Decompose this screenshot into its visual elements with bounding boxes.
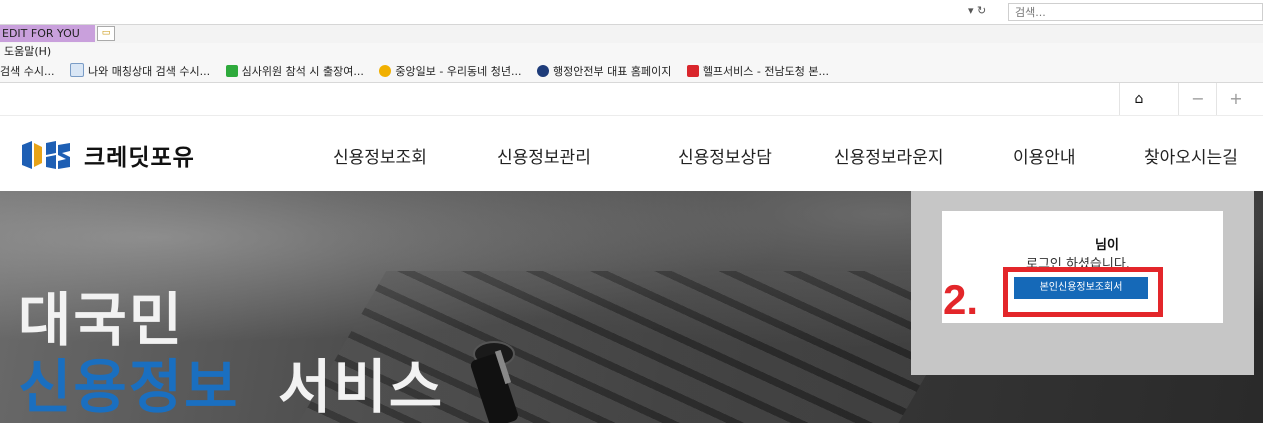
favorite-label: 행정안전부 대표 홈페이지 <box>553 65 672 78</box>
favorite-item[interactable]: 검색 수시... <box>0 61 54 82</box>
favorite-label: 중앙일보 - 우리동네 청년... <box>395 65 522 78</box>
favorite-label: 헬프서비스 - 전남도청 본... <box>702 65 829 78</box>
nav-item-credit-consult[interactable]: 신용정보상담 <box>678 143 772 168</box>
highlight-box <box>1003 267 1163 317</box>
nav-item-guide[interactable]: 이용안내 <box>1013 143 1076 168</box>
nav-item-credit-management[interactable]: 신용정보관리 <box>497 143 591 168</box>
menu-bar: 도움말(H) <box>0 43 1263 61</box>
menu-help[interactable]: 도움말(H) <box>4 45 51 58</box>
hero-title-highlight: 신용정보 <box>18 353 240 421</box>
favorite-label: 검색 수시... <box>0 65 55 78</box>
favorite-item[interactable]: 행정안전부 대표 홈페이지 <box>537 61 671 82</box>
favorites-bar: 검색 수시... 나와 매칭상대 검색 수시... 심사위원 참석 시 출장여.… <box>0 61 1263 83</box>
nav-item-credit-inquiry[interactable]: 신용정보조회 <box>333 143 427 168</box>
step-label: 2. <box>943 276 979 323</box>
user-greeting: 님이 <box>1095 234 1119 253</box>
new-tab-icon[interactable]: ▭ <box>97 26 115 41</box>
favorite-label: 심사위원 참석 시 출장여... <box>241 65 364 78</box>
nav-item-directions[interactable]: 찾아오시는길 <box>1144 143 1238 168</box>
browser-tab[interactable]: EDIT FOR YOU <box>0 25 95 42</box>
gov-icon <box>537 65 549 77</box>
zoom-in-button[interactable]: + <box>1216 83 1255 115</box>
nav-item-credit-lounge[interactable]: 신용정보라운지 <box>834 143 943 168</box>
logo-icon[interactable] <box>20 139 72 171</box>
hero-title-rest: 서비스 <box>278 353 445 421</box>
favorite-label: 나와 매칭상대 검색 수시... <box>87 65 211 78</box>
zoom-out-button[interactable]: − <box>1178 83 1217 115</box>
browser-search-input[interactable] <box>1008 3 1263 21</box>
utility-bar <box>0 83 1263 116</box>
page-icon <box>69 63 84 77</box>
address-controls[interactable]: ▾ ↻ <box>968 4 986 17</box>
logo-text[interactable]: 크레딧포유 <box>84 138 195 172</box>
green-site-icon <box>225 65 238 77</box>
name-suffix: 님이 <box>1095 238 1119 253</box>
pen-icon <box>470 341 518 423</box>
tab-strip <box>0 25 1263 43</box>
favorite-item[interactable]: 헬프서비스 - 전남도청 본... <box>686 61 829 82</box>
favorite-item[interactable]: 나와 매칭상대 검색 수시... <box>69 61 211 82</box>
red-site-icon <box>686 65 699 77</box>
favorite-item[interactable]: 중앙일보 - 우리동네 청년... <box>379 61 522 82</box>
home-icon[interactable]: ⌂ <box>1119 83 1158 115</box>
joongang-icon <box>379 65 392 77</box>
favorite-item[interactable]: 심사위원 참석 시 출장여... <box>225 61 364 82</box>
